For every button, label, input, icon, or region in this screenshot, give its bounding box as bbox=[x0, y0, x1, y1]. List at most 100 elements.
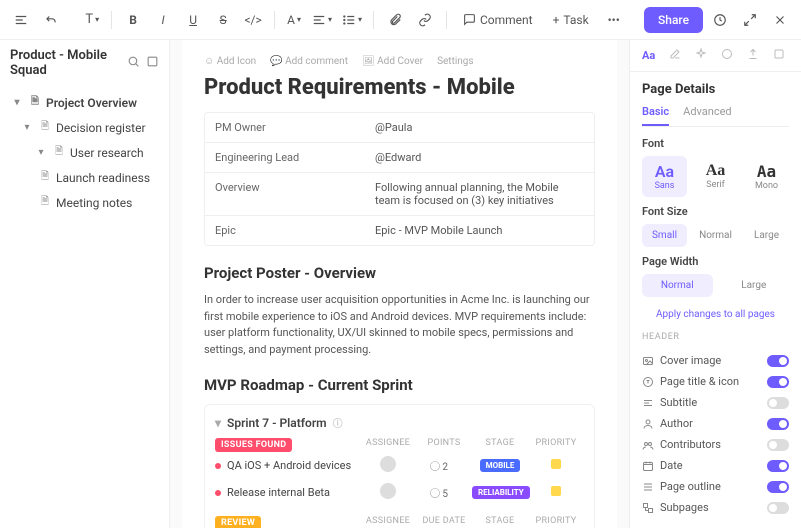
section-tag: REVIEW bbox=[215, 516, 261, 528]
fontsize-label: Font Size bbox=[642, 205, 789, 218]
search-icon[interactable] bbox=[127, 55, 140, 71]
font-option-mono[interactable]: AaMono bbox=[744, 156, 789, 197]
tab-ai-icon[interactable] bbox=[695, 48, 707, 63]
tab-more-icon[interactable] bbox=[773, 48, 785, 63]
assignee-cell bbox=[360, 483, 416, 502]
outline-icon bbox=[642, 481, 654, 493]
history-icon[interactable] bbox=[707, 7, 733, 33]
author-icon bbox=[642, 418, 654, 430]
priority-cell bbox=[528, 459, 584, 472]
assignee-cell bbox=[360, 456, 416, 475]
menu-icon[interactable] bbox=[8, 7, 34, 33]
sidebar-item-label: User research bbox=[70, 146, 144, 160]
info-value: @Edward bbox=[365, 143, 594, 172]
avatar bbox=[380, 483, 396, 499]
underline-button[interactable]: U bbox=[180, 7, 206, 33]
left-sidebar: Product - Mobile Squad ▾🗎Project Overvie… bbox=[0, 40, 170, 528]
attachment-icon[interactable] bbox=[382, 7, 408, 33]
tab-typography[interactable]: Aa bbox=[642, 49, 655, 62]
fontsize-normal[interactable]: Normal bbox=[693, 224, 738, 247]
toggle-label: Subtitle bbox=[642, 396, 697, 409]
bold-button[interactable]: B bbox=[120, 7, 146, 33]
add-comment-action[interactable]: 💬 Add comment bbox=[270, 56, 348, 67]
apply-all-link[interactable]: Apply changes to all pages bbox=[642, 309, 789, 320]
pagewidth-large[interactable]: Large bbox=[719, 274, 790, 297]
toggle-row-contributors: Contributors bbox=[642, 434, 789, 455]
font-option-sans[interactable]: AaSans bbox=[642, 156, 687, 197]
toggle-switch[interactable] bbox=[767, 460, 789, 472]
task-title: Release internal Beta bbox=[227, 486, 330, 499]
subtab-basic[interactable]: Basic bbox=[642, 105, 669, 126]
text-style-button[interactable]: T ▾ bbox=[81, 7, 103, 33]
tab-export-icon[interactable] bbox=[747, 48, 759, 63]
font-option-serif[interactable]: AaSerif bbox=[693, 156, 738, 197]
align-button[interactable]: ▾ bbox=[309, 7, 335, 33]
priority-cell bbox=[528, 486, 584, 499]
sidebar-item[interactable]: 🗎Launch readiness bbox=[6, 165, 163, 190]
chevron-down-icon: ▾ bbox=[215, 416, 221, 430]
sprint-row[interactable]: Release internal Beta ⃝ 5 RELIABILITY bbox=[215, 479, 584, 506]
subtab-advanced[interactable]: Advanced bbox=[683, 105, 731, 126]
status-dot bbox=[215, 490, 221, 496]
undo-icon[interactable] bbox=[38, 7, 64, 33]
more-icon[interactable]: ••• bbox=[601, 7, 627, 33]
toggle-label: Page title & icon bbox=[642, 375, 739, 388]
sprint-row[interactable]: QA iOS + Android devices ⃝ 2 MOBILE bbox=[215, 452, 584, 479]
fontsize-large[interactable]: Large bbox=[744, 224, 789, 247]
add-cover-action[interactable]: 🖼 Add Cover bbox=[362, 56, 423, 67]
close-icon[interactable] bbox=[767, 7, 793, 33]
col-header: ASSIGNEE bbox=[360, 438, 416, 452]
info-row: EpicEpic - MVP Mobile Launch bbox=[205, 216, 594, 245]
info-value: Following annual planning, the Mobile te… bbox=[365, 173, 594, 215]
caret-icon: ▾ bbox=[34, 147, 48, 158]
sprint-title[interactable]: ▾ Sprint 7 - Platform ⓘ bbox=[215, 415, 584, 430]
sidebar-item[interactable]: ▾ 🗎 User research bbox=[6, 140, 163, 165]
toggle-row-subtitle: Subtitle bbox=[642, 392, 789, 413]
page-icon: 🗎 bbox=[52, 144, 66, 161]
toggle-label: Contributors bbox=[642, 438, 721, 451]
tab-chat-icon[interactable] bbox=[721, 48, 733, 63]
strike-button[interactable]: S bbox=[210, 7, 236, 33]
fontsize-small[interactable]: Small bbox=[642, 224, 687, 247]
points-cell: ⃝ 2 bbox=[416, 458, 472, 473]
sidebar-item[interactable]: 🗎Meeting notes bbox=[6, 190, 163, 215]
toggle-switch[interactable] bbox=[767, 481, 789, 493]
toggle-row-date: Date bbox=[642, 455, 789, 476]
toggle-row-cover-image: Cover image bbox=[642, 350, 789, 371]
info-label: PM Owner bbox=[205, 113, 365, 142]
toggle-switch[interactable] bbox=[767, 418, 789, 430]
toggle-switch[interactable] bbox=[767, 439, 789, 451]
contributors-icon bbox=[642, 439, 654, 451]
toggle-label: Cover image bbox=[642, 354, 721, 367]
info-row: Engineering Lead@Edward bbox=[205, 143, 594, 173]
comment-button[interactable]: Comment bbox=[455, 9, 541, 31]
task-button[interactable]: +Task bbox=[545, 9, 597, 31]
subtitle-icon bbox=[642, 397, 654, 409]
sidebar-item[interactable]: ▾🗎Project Overview bbox=[6, 90, 163, 115]
date-icon bbox=[642, 460, 654, 472]
settings-action[interactable]: Settings bbox=[437, 56, 474, 67]
pagewidth-normal[interactable]: Normal bbox=[642, 274, 713, 297]
toggle-switch[interactable] bbox=[767, 355, 789, 367]
sprint-section: ISSUES FOUNDASSIGNEEPOINTSSTAGEPRIORITY … bbox=[215, 438, 584, 506]
info-table: PM Owner@PaulaEngineering Lead@EdwardOve… bbox=[204, 112, 595, 246]
toggle-switch[interactable] bbox=[767, 376, 789, 388]
expand-icon[interactable] bbox=[737, 7, 763, 33]
toggle-row-page-outline: Page outline bbox=[642, 476, 789, 497]
stage-pill: MOBILE bbox=[480, 459, 521, 472]
toggle-switch[interactable] bbox=[767, 397, 789, 409]
sidebar-item[interactable]: ▾🗎Decision register bbox=[6, 115, 163, 140]
info-value: @Paula bbox=[365, 113, 594, 142]
right-panel: Aa Page Details Basic Advanced Font AaSa… bbox=[629, 40, 801, 528]
code-button[interactable]: </> bbox=[240, 7, 266, 33]
sidebar-settings-icon[interactable] bbox=[146, 55, 159, 71]
list-button[interactable]: ▾ bbox=[339, 7, 365, 33]
toggle-switch[interactable] bbox=[767, 502, 789, 514]
share-button[interactable]: Share bbox=[644, 7, 703, 33]
col-header: POINTS bbox=[416, 438, 472, 452]
link-icon[interactable] bbox=[412, 7, 438, 33]
tab-edit-icon[interactable] bbox=[669, 48, 681, 63]
italic-button[interactable]: I bbox=[150, 7, 176, 33]
add-icon-action[interactable]: ☺ Add Icon bbox=[204, 56, 256, 67]
text-color-button[interactable]: A ▾ bbox=[283, 7, 305, 33]
